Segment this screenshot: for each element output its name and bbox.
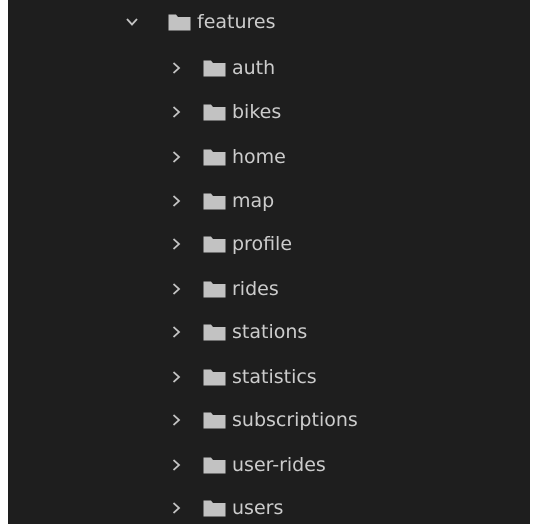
chevron-down-icon[interactable] (124, 14, 140, 30)
chevron-right-icon[interactable] (168, 500, 184, 516)
folder-icon (168, 14, 191, 31)
tree-item-auth[interactable]: auth (8, 46, 530, 90)
tree-item-user-rides[interactable]: user-rides (8, 443, 530, 487)
chevron-right-icon[interactable] (168, 412, 184, 428)
folder-icon (203, 236, 226, 253)
folder-icon (203, 369, 226, 386)
tree-item-map[interactable]: map (8, 179, 530, 223)
chevron-right-icon[interactable] (168, 369, 184, 385)
tree-item-label: home (232, 146, 286, 168)
chevron-right-icon[interactable] (168, 104, 184, 120)
chevron-right-icon[interactable] (168, 60, 184, 76)
chevron-right-icon[interactable] (168, 281, 184, 297)
chevron-right-icon[interactable] (168, 236, 184, 252)
chevron-right-icon[interactable] (168, 193, 184, 209)
tree-item-label: subscriptions (232, 409, 358, 431)
tree-item-subscriptions[interactable]: subscriptions (8, 398, 530, 442)
folder-icon (203, 412, 226, 429)
chevron-right-icon[interactable] (168, 149, 184, 165)
tree-item-label: rides (232, 278, 279, 300)
file-explorer-tree: features auth bikes home map profile rid… (8, 0, 530, 524)
folder-icon (203, 149, 226, 166)
tree-item-features[interactable]: features (8, 0, 530, 44)
tree-item-label: bikes (232, 101, 282, 123)
chevron-right-icon[interactable] (168, 324, 184, 340)
folder-icon (203, 60, 226, 77)
tree-item-label: map (232, 190, 275, 212)
tree-item-profile[interactable]: profile (8, 222, 530, 266)
folder-icon (203, 104, 226, 121)
tree-item-users[interactable]: users (8, 486, 530, 530)
tree-item-stations[interactable]: stations (8, 310, 530, 354)
chevron-right-icon[interactable] (168, 457, 184, 473)
tree-item-label: stations (232, 321, 308, 343)
folder-icon (203, 500, 226, 517)
folder-icon (203, 324, 226, 341)
tree-item-home[interactable]: home (8, 135, 530, 179)
tree-item-label: profile (232, 233, 293, 255)
tree-item-label: users (232, 497, 284, 519)
tree-item-bikes[interactable]: bikes (8, 90, 530, 134)
tree-item-label: features (197, 11, 276, 33)
tree-item-label: statistics (232, 366, 317, 388)
tree-item-label: user-rides (232, 454, 326, 476)
folder-icon (203, 281, 226, 298)
tree-item-statistics[interactable]: statistics (8, 355, 530, 399)
tree-item-rides[interactable]: rides (8, 267, 530, 311)
folder-icon (203, 457, 226, 474)
folder-icon (203, 193, 226, 210)
tree-item-label: auth (232, 57, 276, 79)
